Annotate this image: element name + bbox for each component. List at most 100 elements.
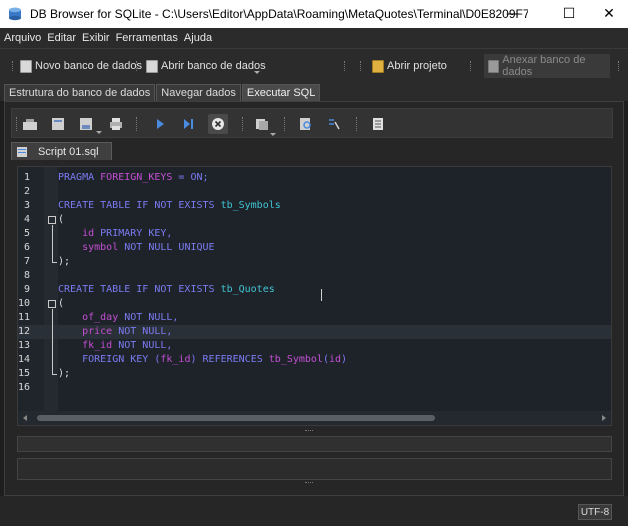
code-line: 5 id PRIMARY KEY, bbox=[23, 228, 173, 239]
fold-end bbox=[52, 262, 57, 263]
toolbar-separator bbox=[242, 117, 243, 131]
toolbar-separator bbox=[344, 61, 346, 71]
save-file-icon bbox=[80, 118, 92, 130]
save-results-icon bbox=[256, 119, 268, 130]
code-line: 16 bbox=[18, 382, 31, 393]
code-line: 14 FOREIGN KEY (fk_id) REFERENCES tb_Sym… bbox=[18, 354, 348, 365]
code-line: 4( bbox=[23, 214, 65, 225]
fold-end bbox=[52, 374, 57, 375]
new-database-label: Novo banco de dados bbox=[35, 60, 143, 72]
save-sql-file-button[interactable] bbox=[76, 114, 96, 134]
open-project-icon bbox=[372, 59, 384, 73]
attach-database-label: Anexar banco de dados bbox=[502, 54, 586, 78]
open-file-icon bbox=[52, 118, 64, 130]
splitter-handle[interactable] bbox=[305, 482, 313, 484]
stop-icon bbox=[212, 118, 224, 130]
scrollbar-thumb[interactable] bbox=[37, 415, 435, 421]
find-button[interactable] bbox=[296, 114, 316, 134]
toolbar-separator bbox=[136, 117, 137, 131]
code-line-current: 12 price NOT NULL, bbox=[18, 325, 611, 339]
print-button[interactable] bbox=[106, 114, 126, 134]
execute-all-button[interactable] bbox=[150, 114, 170, 134]
results-pane bbox=[17, 436, 612, 452]
play-line-icon bbox=[184, 119, 193, 129]
tab-database-structure[interactable]: Estrutura do banco de dados bbox=[4, 84, 156, 101]
code-line: 11 of_day NOT NULL, bbox=[18, 312, 179, 323]
new-database-icon bbox=[20, 59, 32, 73]
new-database-button[interactable]: Novo banco de dados bbox=[20, 55, 142, 77]
tab-execute-sql[interactable]: Executar SQL bbox=[241, 84, 321, 101]
code-line: 15); bbox=[18, 368, 71, 379]
open-database-dropdown-icon[interactable] bbox=[254, 71, 260, 74]
editor-tab-label: Script 01.sql bbox=[38, 145, 99, 158]
open-tab-button[interactable] bbox=[20, 114, 40, 134]
menu-arquivo[interactable]: Arquivo bbox=[4, 32, 41, 44]
main-tabs: Estrutura do banco de dados Navegar dado… bbox=[0, 82, 628, 101]
menu-bar: Arquivo Editar Exibir Ferramentas Ajuda bbox=[0, 28, 628, 48]
toolbar-separator bbox=[284, 117, 285, 131]
fold-line bbox=[52, 225, 53, 262]
save-dropdown-icon[interactable] bbox=[96, 131, 102, 134]
find-replace-button[interactable] bbox=[324, 114, 344, 134]
scroll-left-icon[interactable] bbox=[23, 415, 27, 421]
code-line: 7); bbox=[23, 256, 71, 267]
fold-toggle-icon[interactable] bbox=[48, 216, 56, 224]
code-line: 3 CREATE TABLE IF NOT EXISTS tb_Symbols bbox=[23, 200, 281, 211]
execute-sql-panel: Script 01.sql 1 PRAGMA FOREIGN_KEYS = ON;… bbox=[4, 101, 624, 496]
fold-line bbox=[52, 309, 53, 374]
text-cursor bbox=[321, 289, 322, 301]
open-tab-icon bbox=[23, 119, 37, 130]
code-line: 8 bbox=[23, 270, 30, 281]
code-line: 6 symbol NOT NULL UNIQUE bbox=[23, 242, 215, 253]
messages-pane bbox=[17, 458, 612, 480]
close-button[interactable]: ✕ bbox=[590, 0, 628, 28]
find-replace-icon bbox=[329, 119, 340, 130]
save-results-dropdown-icon[interactable] bbox=[270, 133, 276, 136]
toolbar-separator bbox=[470, 61, 472, 71]
attach-database-button[interactable]: Anexar banco de dados bbox=[484, 54, 610, 78]
comment-icon bbox=[373, 118, 383, 130]
open-sql-file-button[interactable] bbox=[48, 114, 68, 134]
toolbar-separator bbox=[360, 61, 362, 71]
main-toolbar: Novo banco de dados Abrir banco de dados… bbox=[0, 48, 628, 82]
code-line: 9 CREATE TABLE IF NOT EXISTS tb_Quotes bbox=[23, 284, 275, 295]
menu-exibir[interactable]: Exibir bbox=[82, 32, 110, 44]
attach-database-icon bbox=[488, 59, 500, 73]
menu-ajuda[interactable]: Ajuda bbox=[184, 32, 212, 44]
open-database-label: Abrir banco de dados bbox=[161, 60, 266, 72]
title-bar: DB Browser for SQLite - C:\Users\Editor\… bbox=[0, 0, 628, 28]
open-project-button[interactable]: Abrir projeto bbox=[372, 55, 447, 77]
save-results-button[interactable] bbox=[252, 114, 272, 134]
editor-tab-script[interactable]: Script 01.sql bbox=[11, 142, 112, 160]
open-database-button[interactable]: Abrir banco de dados bbox=[146, 55, 266, 77]
toolbar-separator bbox=[356, 117, 357, 131]
open-project-label: Abrir projeto bbox=[387, 60, 447, 72]
code-line: 1 PRAGMA FOREIGN_KEYS = ON; bbox=[23, 172, 209, 183]
stop-execution-button[interactable] bbox=[208, 114, 228, 134]
scroll-right-icon[interactable] bbox=[602, 415, 606, 421]
open-database-icon bbox=[146, 59, 158, 73]
maximize-button[interactable]: ☐ bbox=[546, 0, 592, 28]
splitter-handle[interactable] bbox=[305, 430, 313, 432]
comment-lines-button[interactable] bbox=[368, 114, 388, 134]
code-line: 10( bbox=[18, 298, 65, 309]
code-line: 13 fk_id NOT NULL, bbox=[18, 340, 173, 351]
toolbar-separator bbox=[16, 117, 17, 131]
fold-toggle-icon[interactable] bbox=[48, 300, 56, 308]
tab-browse-data[interactable]: Navegar dados bbox=[156, 84, 241, 101]
menu-editar[interactable]: Editar bbox=[47, 32, 76, 44]
encoding-indicator: UTF-8 bbox=[578, 504, 612, 520]
window-title: DB Browser for SQLite - C:\Users\Editor\… bbox=[30, 7, 528, 21]
horizontal-scrollbar[interactable] bbox=[18, 411, 611, 425]
status-bar: UTF-8 bbox=[0, 496, 628, 526]
menu-ferramentas[interactable]: Ferramentas bbox=[116, 32, 178, 44]
execute-current-line-button[interactable] bbox=[178, 114, 198, 134]
play-icon bbox=[157, 119, 164, 129]
sql-editor[interactable]: 1 PRAGMA FOREIGN_KEYS = ON; 2 3 CREATE TAB… bbox=[17, 166, 612, 426]
sql-toolbar bbox=[11, 108, 613, 138]
print-icon bbox=[110, 118, 122, 130]
toolbar-separator bbox=[136, 61, 138, 71]
toolbar-separator bbox=[12, 61, 14, 71]
minimize-button[interactable]: — bbox=[490, 0, 536, 28]
find-icon bbox=[300, 118, 311, 130]
